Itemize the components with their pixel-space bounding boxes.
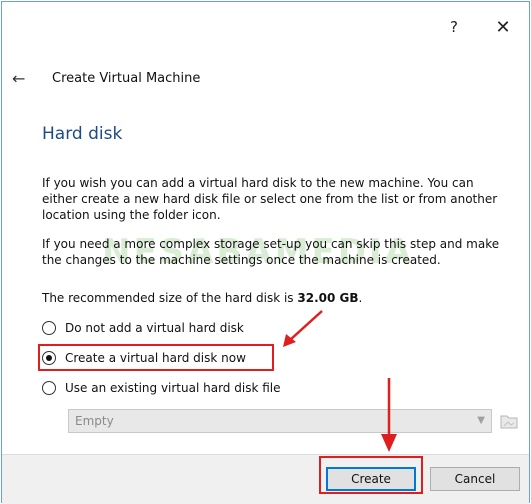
option-existing-disk-label: Use an existing virtual hard disk file	[65, 381, 281, 395]
radio-no-disk[interactable]	[42, 321, 56, 335]
wizard-title: Create Virtual Machine	[52, 70, 201, 86]
recommended-size-value: 32.00 GB	[297, 291, 359, 305]
chevron-down-icon: ▼	[477, 415, 485, 426]
storage-paragraph: If you need a more complex storage set-u…	[42, 237, 500, 267]
annotation-highlight-create	[319, 456, 423, 494]
annotation-highlight-option	[38, 344, 274, 371]
title-bar: ? ✕	[2, 2, 529, 54]
recommended-suffix: .	[358, 291, 363, 305]
button-bar: Create Cancel	[2, 454, 529, 504]
help-button[interactable]: ?	[440, 14, 468, 40]
existing-disk-value: Empty	[75, 414, 114, 428]
intro-paragraph: If you wish you can add a virtual hard d…	[42, 176, 498, 222]
page-title: Hard disk	[42, 124, 123, 144]
radio-existing-disk[interactable]	[42, 381, 56, 395]
existing-disk-select: Empty ▼	[68, 409, 492, 433]
close-button[interactable]: ✕	[489, 14, 517, 40]
option-no-disk-label: Do not add a virtual hard disk	[65, 321, 244, 335]
option-no-disk[interactable]: Do not add a virtual hard disk	[42, 318, 244, 338]
option-existing-disk[interactable]: Use an existing virtual hard disk file	[42, 378, 280, 398]
wizard-header: ← Create Virtual Machine	[12, 66, 200, 90]
recommended-size-text: The recommended size of the hard disk is…	[42, 290, 512, 306]
folder-icon	[500, 415, 518, 429]
dialog-window: ? ✕ ← Create Virtual Machine Hard disk N…	[1, 1, 531, 504]
back-arrow-icon[interactable]: ←	[12, 69, 34, 88]
recommended-prefix: The recommended size of the hard disk is	[42, 291, 298, 305]
page-content: Hard disk NESABAMEDIA If you wish you ca…	[2, 100, 531, 452]
cancel-button[interactable]: Cancel	[430, 467, 520, 491]
